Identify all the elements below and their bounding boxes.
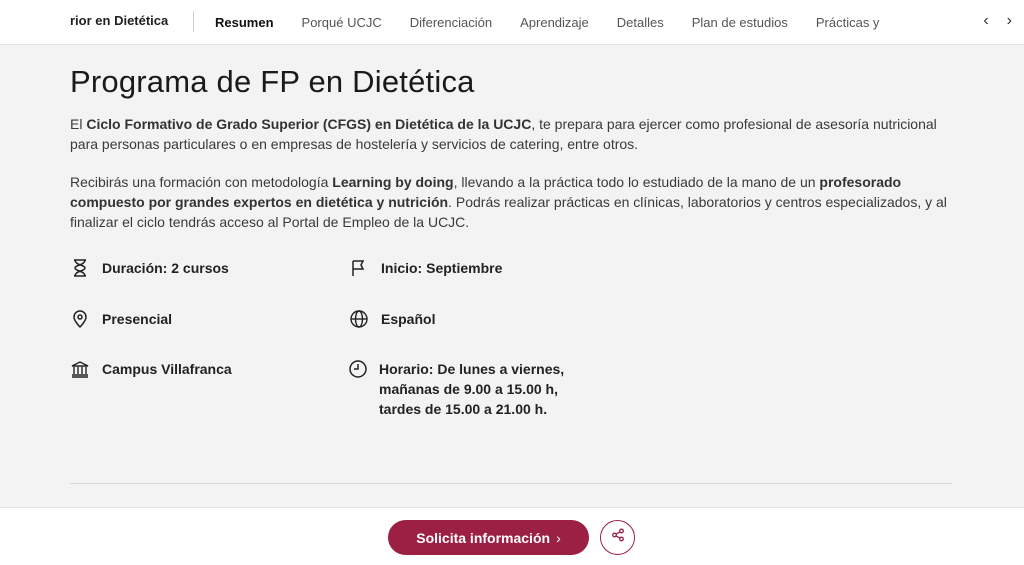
request-info-button[interactable]: Solicita información › (388, 520, 589, 555)
hourglass-icon (70, 258, 90, 278)
request-info-label: Solicita información (416, 529, 551, 546)
course-name-label: rior en Dietética (70, 13, 169, 28)
nav-separator (193, 11, 194, 32)
campus-text: Campus Villafranca (102, 361, 232, 377)
tab-practicas[interactable]: Prácticas y (816, 15, 880, 30)
intro-bold-1: Ciclo Formativo de Grado Superior (CFGS)… (86, 116, 532, 132)
program-summary: Programa de FP en Dietética El Ciclo For… (70, 64, 960, 250)
fact-campus: Campus Villafranca (70, 359, 232, 379)
modality-text: Presencial (102, 311, 173, 327)
fact-language: Español (349, 309, 435, 329)
share-button[interactable] (600, 520, 635, 555)
section-divider (70, 483, 952, 484)
section-navbar: rior en Dietética Resumen Porqué UCJC Di… (0, 0, 1024, 45)
start-text: Inicio: Septiembre (381, 260, 503, 276)
method-text-1: Recibirás una formación con metodología (70, 174, 333, 190)
fact-schedule: Horario: De lunes a viernes, mañanas de … (349, 359, 599, 419)
globe-icon (349, 309, 369, 329)
duration-text: Duración: 2 cursos (102, 260, 229, 276)
intro-paragraph: El Ciclo Formativo de Grado Superior (CF… (70, 114, 960, 154)
tab-resumen[interactable]: Resumen (215, 15, 274, 30)
tab-porque-ucjc[interactable]: Porqué UCJC (302, 15, 382, 30)
section-tabs: Resumen Porqué UCJC Diferenciación Apren… (215, 0, 907, 44)
tab-plan-de-estudios[interactable]: Plan de estudios (692, 15, 788, 30)
tab-diferenciacion[interactable]: Diferenciación (410, 15, 492, 30)
page-title: Programa de FP en Dietética (70, 64, 475, 99)
method-bold-1: Learning by doing (332, 174, 454, 190)
building-icon (70, 359, 90, 379)
location-pin-icon (70, 309, 90, 329)
language-text: Español (381, 311, 436, 327)
intro-text-1: El (70, 116, 87, 132)
tab-detalles[interactable]: Detalles (617, 15, 664, 30)
methodology-paragraph: Recibirás una formación con metodología … (70, 172, 960, 232)
fact-duration: Duración: 2 cursos (70, 258, 229, 278)
chevron-right-icon[interactable]: › (1007, 12, 1012, 30)
schedule-text: Horario: De lunes a viernes, mañanas de … (379, 361, 565, 417)
chevron-left-icon[interactable]: ‹ (983, 12, 988, 30)
clock-icon (349, 359, 367, 379)
fact-start: Inicio: Septiembre (349, 258, 502, 278)
flag-icon (349, 258, 369, 278)
tab-scroll-arrows: ‹ › (983, 12, 1012, 30)
share-icon (611, 528, 625, 547)
fact-modality: Presencial (70, 309, 172, 329)
sticky-footer-bar: Solicita información › (0, 507, 1024, 565)
tab-aprendizaje[interactable]: Aprendizaje (520, 15, 589, 30)
method-text-2: , llevando a la práctica todo lo estudia… (453, 174, 820, 190)
chevron-right-icon: › (556, 529, 561, 546)
